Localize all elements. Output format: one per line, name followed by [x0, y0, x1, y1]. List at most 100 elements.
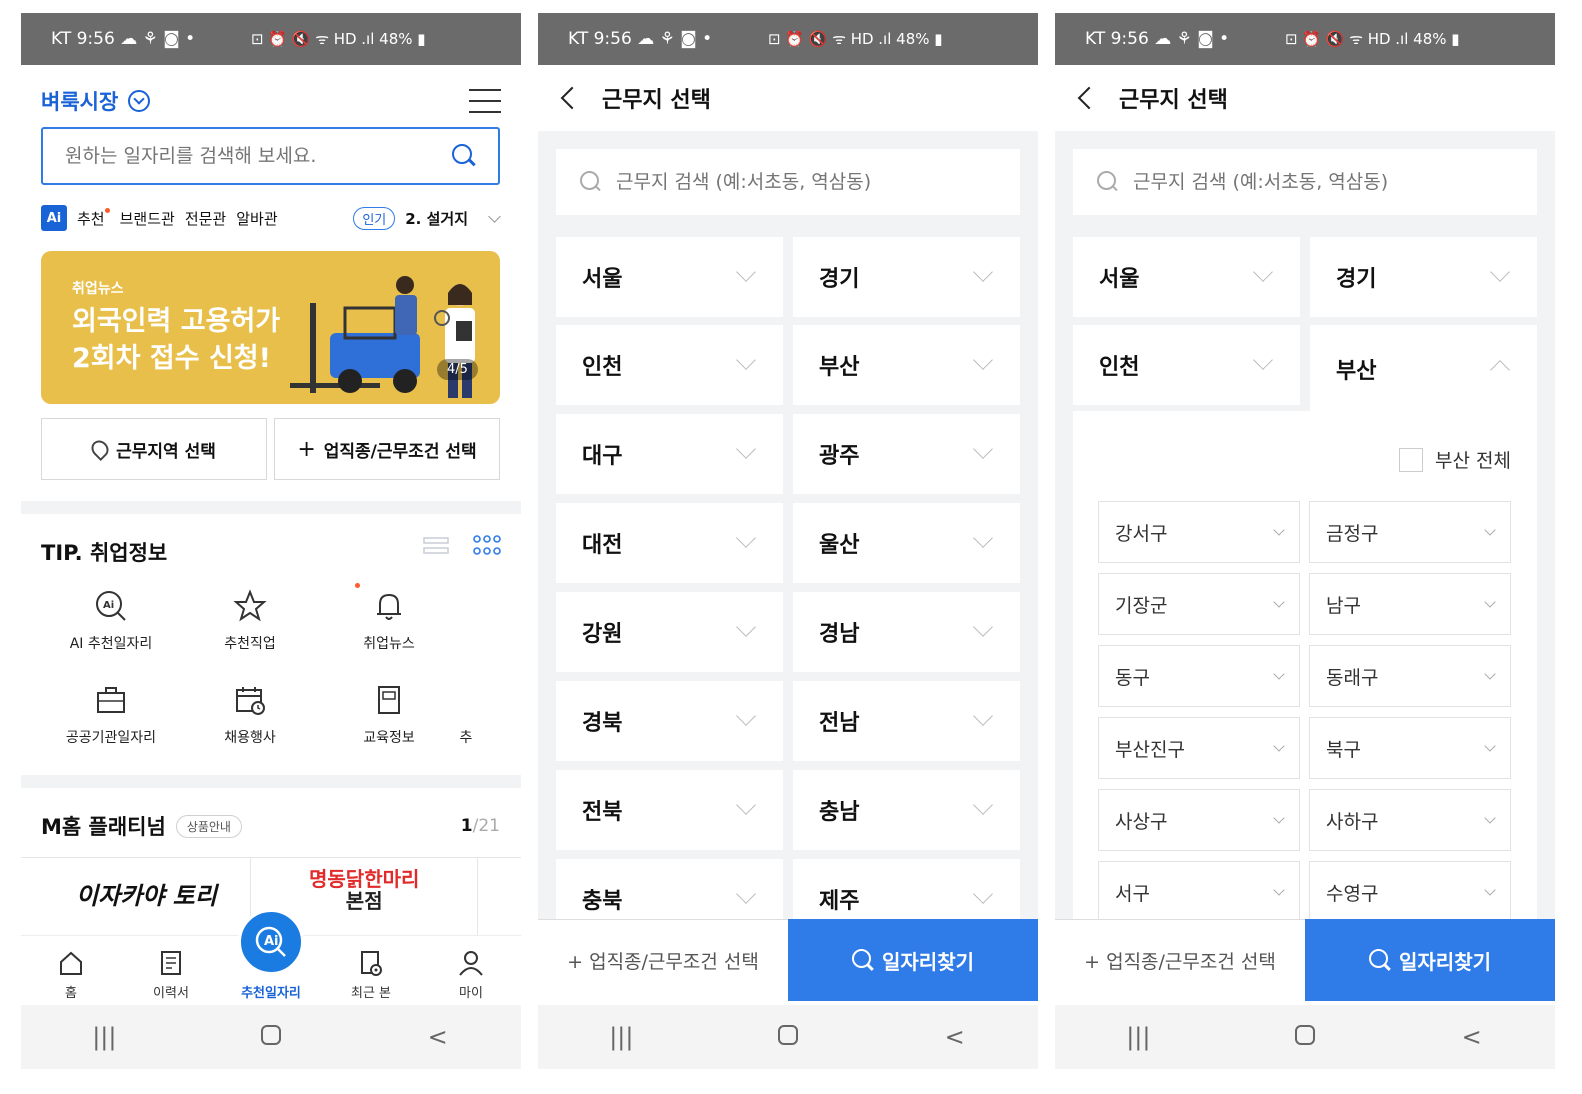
product-info-badge[interactable]: 상품안내: [175, 814, 242, 838]
back-button[interactable]: <: [925, 1023, 985, 1051]
district-gijang[interactable]: 기장군: [1098, 573, 1300, 635]
nav-my[interactable]: 마이: [421, 936, 521, 1005]
district-geumjeong[interactable]: 금정구: [1309, 501, 1511, 563]
district-label: 서구: [1115, 882, 1150, 905]
menu-icon[interactable]: [469, 89, 501, 113]
back-button[interactable]: <: [1442, 1023, 1502, 1051]
news-banner[interactable]: 취업뉴스 외국인력 고용허가 2회차 접수 신청! 4/5: [41, 251, 500, 404]
recent-apps-button[interactable]: |||: [1108, 1023, 1168, 1051]
district-seo[interactable]: 서구: [1098, 861, 1300, 919]
job-condition-button[interactable]: + 업직종/근무조건 선택: [538, 919, 788, 1001]
nav-recently-viewed[interactable]: 최근 본: [321, 936, 421, 1005]
svg-text:Ai: Ai: [103, 600, 114, 611]
region-chungbuk[interactable]: 충북: [556, 859, 783, 919]
region-jeju[interactable]: 제주: [793, 859, 1020, 919]
region-ulsan[interactable]: 울산: [793, 503, 1020, 583]
find-jobs-button[interactable]: 일자리찾기: [1305, 919, 1555, 1001]
grid-item-label: 추천직업: [224, 636, 276, 652]
district-label: 사상구: [1115, 810, 1168, 833]
district-dongnae[interactable]: 동래구: [1309, 645, 1511, 707]
home-button[interactable]: [241, 1023, 301, 1051]
district-saha[interactable]: 사하구: [1309, 789, 1511, 851]
home-button[interactable]: [1275, 1023, 1335, 1051]
location-search-box: [1073, 149, 1537, 215]
region-gyeonggi[interactable]: 경기: [793, 237, 1020, 317]
region-label: 충북: [582, 889, 623, 914]
district-sasang[interactable]: 사상구: [1098, 789, 1300, 851]
grid-item-recommended-job[interactable]: 추천직업: [180, 589, 320, 653]
region-seoul[interactable]: 서울: [1073, 237, 1300, 317]
myeongdong-chicken-logo[interactable]: 명동닭한마리 본점: [309, 868, 419, 912]
select-region-label: 근무지역 선택: [116, 441, 216, 462]
grid-item-news[interactable]: 취업뉴스: [319, 583, 459, 653]
district-gangseo[interactable]: 강서구: [1098, 501, 1300, 563]
district-nam[interactable]: 남구: [1309, 573, 1511, 635]
tab-parttime[interactable]: 알바관: [236, 208, 277, 229]
izakaya-tori-logo[interactable]: 이자카야 토리: [76, 876, 217, 911]
region-busan-expanded[interactable]: 부산: [1310, 325, 1537, 413]
region-daejeon[interactable]: 대전: [556, 503, 783, 583]
grid-item-label: 추: [459, 730, 473, 746]
list-view-icon[interactable]: [423, 537, 449, 555]
tab-brand[interactable]: 브랜드관: [120, 208, 175, 229]
chevron-down-icon: [973, 706, 993, 726]
region-jeonnam[interactable]: 전남: [793, 681, 1020, 761]
grid-item-public-jobs[interactable]: 공공기관일자리: [41, 683, 181, 747]
district-suyeong[interactable]: 수영구: [1309, 861, 1511, 919]
recent-apps-button[interactable]: |||: [591, 1023, 651, 1051]
region-gyeongnam[interactable]: 경남: [793, 592, 1020, 672]
region-gangwon[interactable]: 강원: [556, 592, 783, 672]
region-incheon[interactable]: 인천: [1073, 325, 1300, 405]
district-dong[interactable]: 동구: [1098, 645, 1300, 707]
tab-recommend[interactable]: 추천: [77, 207, 110, 229]
region-jeonbuk[interactable]: 전북: [556, 770, 783, 850]
back-icon[interactable]: [1077, 86, 1101, 110]
select-region-button[interactable]: 근무지역 선택: [41, 418, 267, 480]
app-title[interactable]: 벼룩시장: [41, 86, 118, 116]
region-incheon[interactable]: 인천: [556, 325, 783, 405]
grid-item-ai-jobs[interactable]: Ai AI 추천일자리: [41, 589, 181, 653]
popular-keyword[interactable]: 2. 설거지: [405, 208, 468, 229]
chevron-down-icon[interactable]: [488, 209, 501, 223]
checkbox[interactable]: [1399, 447, 1424, 472]
nav-home[interactable]: 홈: [21, 936, 121, 1005]
ai-recommend-fab[interactable]: Ai: [238, 909, 304, 975]
job-search-box: [41, 127, 500, 185]
job-condition-button[interactable]: + 업직종/근무조건 선택: [1055, 919, 1305, 1001]
grid-item-education[interactable]: 교육정보: [319, 683, 459, 747]
region-seoul[interactable]: 서울: [556, 237, 783, 317]
search-icon: [580, 171, 602, 193]
nav-resume[interactable]: 이력서: [121, 936, 221, 1005]
chevron-down-icon: [973, 617, 993, 637]
search-icon[interactable]: [452, 144, 476, 168]
select-job-button[interactable]: + 업직종/근무조건 선택: [274, 418, 500, 480]
status-bar: KT 9:56 ☁ ⚘ ◙ • ⊡ ⏰ 🔇 ᯤ HD .ıl 48% ▮: [538, 13, 1038, 65]
grid-item-hiring-events[interactable]: 채용행사: [180, 683, 320, 747]
region-daegu[interactable]: 대구: [556, 414, 783, 494]
recent-apps-button[interactable]: |||: [74, 1023, 134, 1051]
region-gyeonggi[interactable]: 경기: [1310, 237, 1537, 317]
chevron-down-icon: [736, 439, 756, 459]
back-button[interactable]: <: [408, 1023, 468, 1051]
divider: [21, 501, 521, 514]
district-buk[interactable]: 북구: [1309, 717, 1511, 779]
chevron-down-icon[interactable]: [128, 90, 151, 112]
back-icon[interactable]: [560, 86, 584, 110]
grid-item-partial[interactable]: 추: [441, 683, 491, 747]
region-chungnam[interactable]: 충남: [793, 770, 1020, 850]
grid-view-icon[interactable]: [473, 535, 501, 557]
job-search-input[interactable]: [65, 145, 452, 167]
home-button[interactable]: [758, 1023, 818, 1051]
region-gyeongbuk[interactable]: 경북: [556, 681, 783, 761]
district-busanjin[interactable]: 부산진구: [1098, 717, 1300, 779]
location-search-input[interactable]: [1133, 171, 1537, 193]
chevron-down-icon: [736, 617, 756, 637]
find-jobs-button[interactable]: 일자리찾기: [788, 919, 1038, 1001]
location-search-input[interactable]: [616, 171, 1020, 193]
region-busan[interactable]: 부산: [793, 325, 1020, 405]
tab-specialty[interactable]: 전문관: [185, 208, 226, 229]
busan-all-checkbox[interactable]: 부산 전체: [1399, 446, 1511, 473]
region-gwangju[interactable]: 광주: [793, 414, 1020, 494]
logo-line-1: 명동닭한마리: [309, 867, 420, 891]
tip-section-title: TIP. 취업정보: [41, 541, 168, 565]
